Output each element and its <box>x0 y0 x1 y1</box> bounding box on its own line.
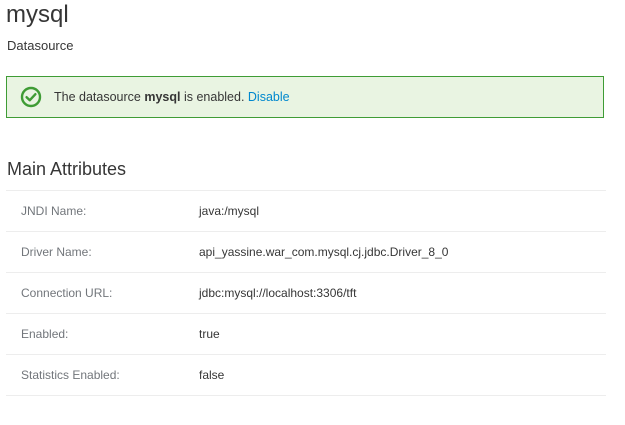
attribute-row-statistics-enabled: Statistics Enabled: false <box>6 355 606 396</box>
disable-link[interactable]: Disable <box>248 90 290 104</box>
page-subtitle: Datasource <box>7 38 74 53</box>
attribute-value: java:/mysql <box>199 204 260 218</box>
attribute-row-connection-url: Connection URL: jdbc:mysql://localhost:3… <box>6 273 606 314</box>
alert-text-before: The datasource <box>54 90 145 104</box>
attribute-value: false <box>199 368 225 382</box>
attribute-label: Driver Name: <box>21 245 92 259</box>
attribute-label: Enabled: <box>21 327 69 341</box>
main-attributes-title: Main Attributes <box>7 159 127 179</box>
alert-datasource-name: mysql <box>144 90 181 104</box>
check-circle-icon <box>20 86 42 108</box>
attribute-row-driver-name: Driver Name: api_yassine.war_com.mysql.c… <box>6 232 606 273</box>
attribute-value: true <box>199 327 220 341</box>
attribute-value: jdbc:mysql://localhost:3306/tft <box>199 286 357 300</box>
datasource-page: mysql Datasource The datasource mysql is… <box>0 0 625 425</box>
status-alert: The datasource mysql is enabled. Disable <box>6 76 604 118</box>
attribute-row-enabled: Enabled: true <box>6 314 606 355</box>
attribute-label: Statistics Enabled: <box>21 368 120 382</box>
alert-message: The datasource mysql is enabled. Disable <box>54 90 290 104</box>
attribute-value: api_yassine.war_com.mysql.cj.jdbc.Driver… <box>199 245 449 259</box>
main-attributes-table: JNDI Name: java:/mysql Driver Name: api_… <box>6 190 606 396</box>
attribute-row-jndi-name: JNDI Name: java:/mysql <box>6 191 606 232</box>
attribute-label: Connection URL: <box>21 286 113 300</box>
page-title: mysql <box>6 1 69 28</box>
alert-text-after: is enabled. <box>180 90 248 104</box>
attribute-label: JNDI Name: <box>21 204 87 218</box>
